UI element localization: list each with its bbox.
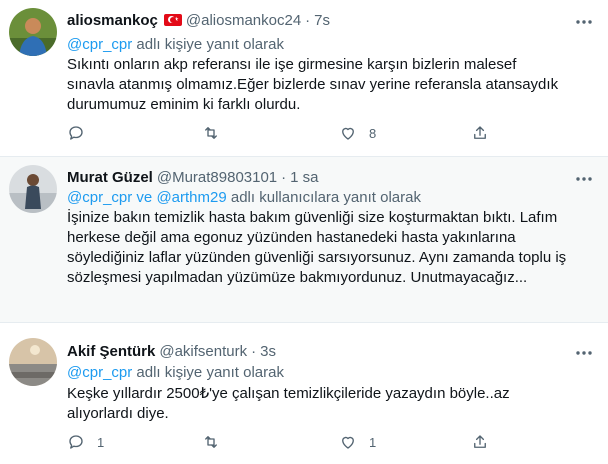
retweet-button[interactable] (202, 433, 220, 451)
share-button[interactable] (471, 433, 489, 451)
reply-context-suffix: adlı kişiye yanıt olarak (132, 36, 284, 53)
like-button[interactable]: 1 (339, 433, 376, 451)
tweet-header: Akif Şentürk @akifsenturk · 3s (67, 341, 568, 361)
separator-dot: · (305, 11, 311, 29)
separator-dot: · (251, 342, 257, 360)
reply-button[interactable]: 1 (67, 433, 104, 451)
display-name[interactable]: aliosmankoç (67, 12, 158, 29)
user-handle[interactable]: @Murat89803101 (157, 169, 277, 186)
share-icon (474, 126, 486, 139)
like-count: 8 (369, 125, 377, 141)
more-dots-icon[interactable] (574, 12, 594, 32)
tweet-actions: 1 1 (67, 432, 487, 452)
reply-mention-link[interactable]: @arthm29 (156, 189, 226, 206)
like-button[interactable]: 8 (339, 124, 376, 142)
share-button[interactable] (471, 124, 489, 142)
reply-context-suffix: adlı kullanıcılara yanıt olarak (226, 189, 421, 206)
heart-icon (342, 127, 354, 140)
reply-mention-link[interactable]: @cpr_cpr (67, 36, 132, 53)
timestamp[interactable]: 3s (260, 343, 276, 360)
reply-context: @cpr_cpr adlı kişiye yanıt olarak (67, 36, 284, 53)
tweet-text: Keşke yıllardır 2500₺'ye çalışan temizli… (67, 385, 510, 422)
avatar[interactable] (9, 165, 57, 213)
reply-context: @cpr_cpr ve @arthm29 adlı kullanıcılara … (67, 189, 421, 206)
heart-icon (342, 436, 354, 449)
retweet-icon (205, 127, 217, 139)
reply-bubble-icon (69, 126, 83, 140)
tweet-header: aliosmankoç ★ @aliosmankoc24 · 7s (67, 10, 568, 30)
avatar[interactable] (9, 8, 57, 56)
reply-context-and: ve (132, 189, 157, 206)
user-handle[interactable]: @akifsenturk (159, 343, 247, 360)
reply-button[interactable] (67, 124, 85, 142)
reply-mention-link[interactable]: @cpr_cpr (67, 364, 132, 381)
more-dots-icon[interactable] (574, 343, 594, 363)
retweet-icon (205, 436, 217, 448)
share-icon (474, 435, 486, 448)
separator-dot: · (281, 168, 287, 186)
timestamp[interactable]: 1 sa (290, 169, 318, 186)
user-handle[interactable]: @aliosmankoc24 (186, 12, 301, 29)
tweet-text: Sıkıntı onların akp referansı ile işe gi… (67, 56, 559, 113)
tweet-header: Murat Güzel @Murat89803101 · 1 sa (67, 167, 568, 187)
avatar[interactable] (9, 338, 57, 386)
turkey-flag-icon: ★ (163, 14, 182, 26)
reply-context: @cpr_cpr adlı kişiye yanıt olarak (67, 364, 284, 381)
tweet-text: İşinize bakın temizlik hasta bakım güven… (67, 209, 567, 286)
reply-mention-link[interactable]: @cpr_cpr (67, 189, 132, 206)
reply-context-suffix: adlı kişiye yanıt olarak (132, 364, 284, 381)
reply-count: 1 (97, 434, 105, 450)
like-count: 1 (369, 434, 377, 450)
display-name[interactable]: Akif Şentürk (67, 343, 155, 360)
reply-bubble-icon (69, 435, 83, 449)
retweet-button[interactable] (202, 124, 220, 142)
timestamp[interactable]: 7s (314, 12, 330, 29)
more-dots-icon[interactable] (574, 169, 594, 189)
tweet-actions: 8 (67, 123, 487, 143)
display-name[interactable]: Murat Güzel (67, 169, 153, 186)
